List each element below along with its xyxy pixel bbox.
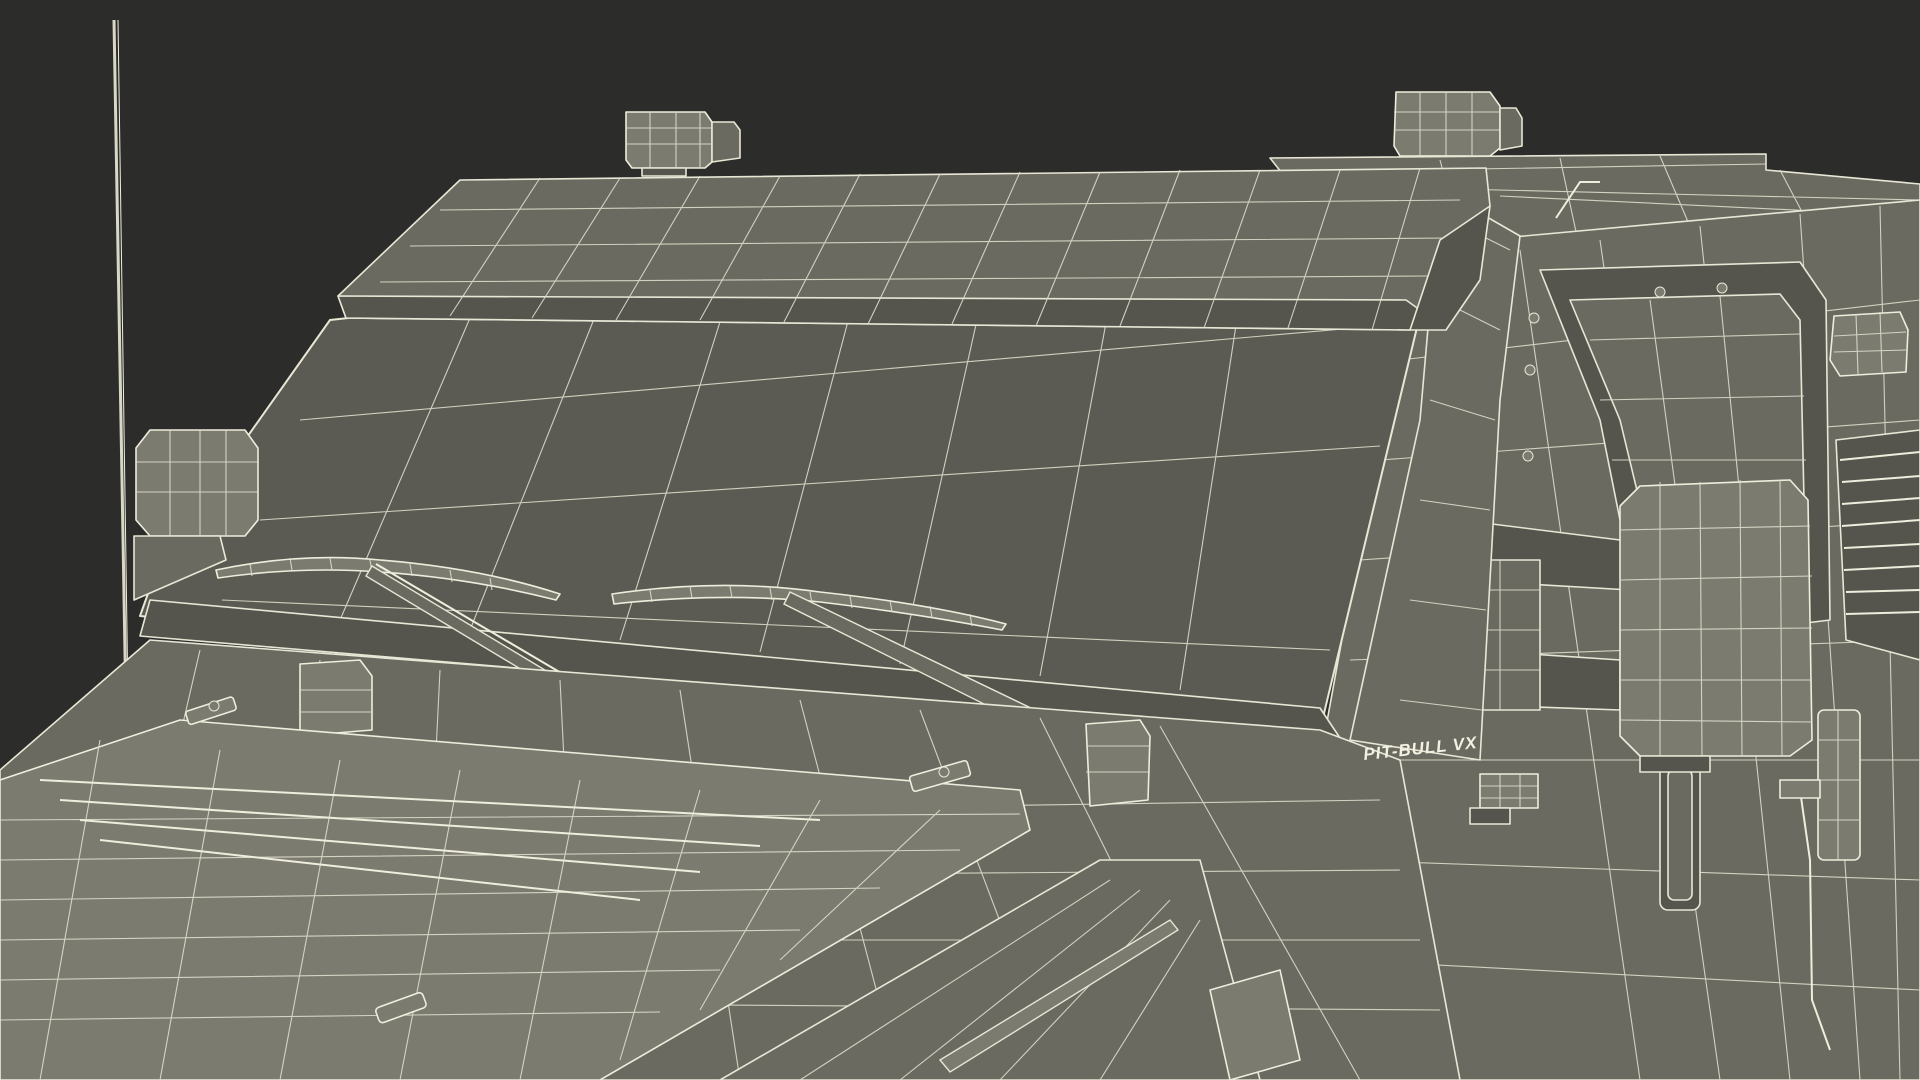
sun-visor: [337, 167, 1491, 331]
cowl-block-left: [299, 659, 373, 737]
side-light: [1829, 311, 1909, 377]
wireframe-render: PIT-BULL VX: [0, 19, 1920, 1080]
cowl-block-right: [1085, 719, 1151, 807]
door-handle: [1817, 709, 1861, 861]
grab-handle-vertical: [1659, 759, 1701, 911]
roof-light-left: [625, 111, 741, 177]
side-vent: [1835, 429, 1920, 661]
3d-viewport[interactable]: PIT-BULL VX: [0, 0, 1920, 1080]
roof-light-right: [1393, 91, 1523, 167]
